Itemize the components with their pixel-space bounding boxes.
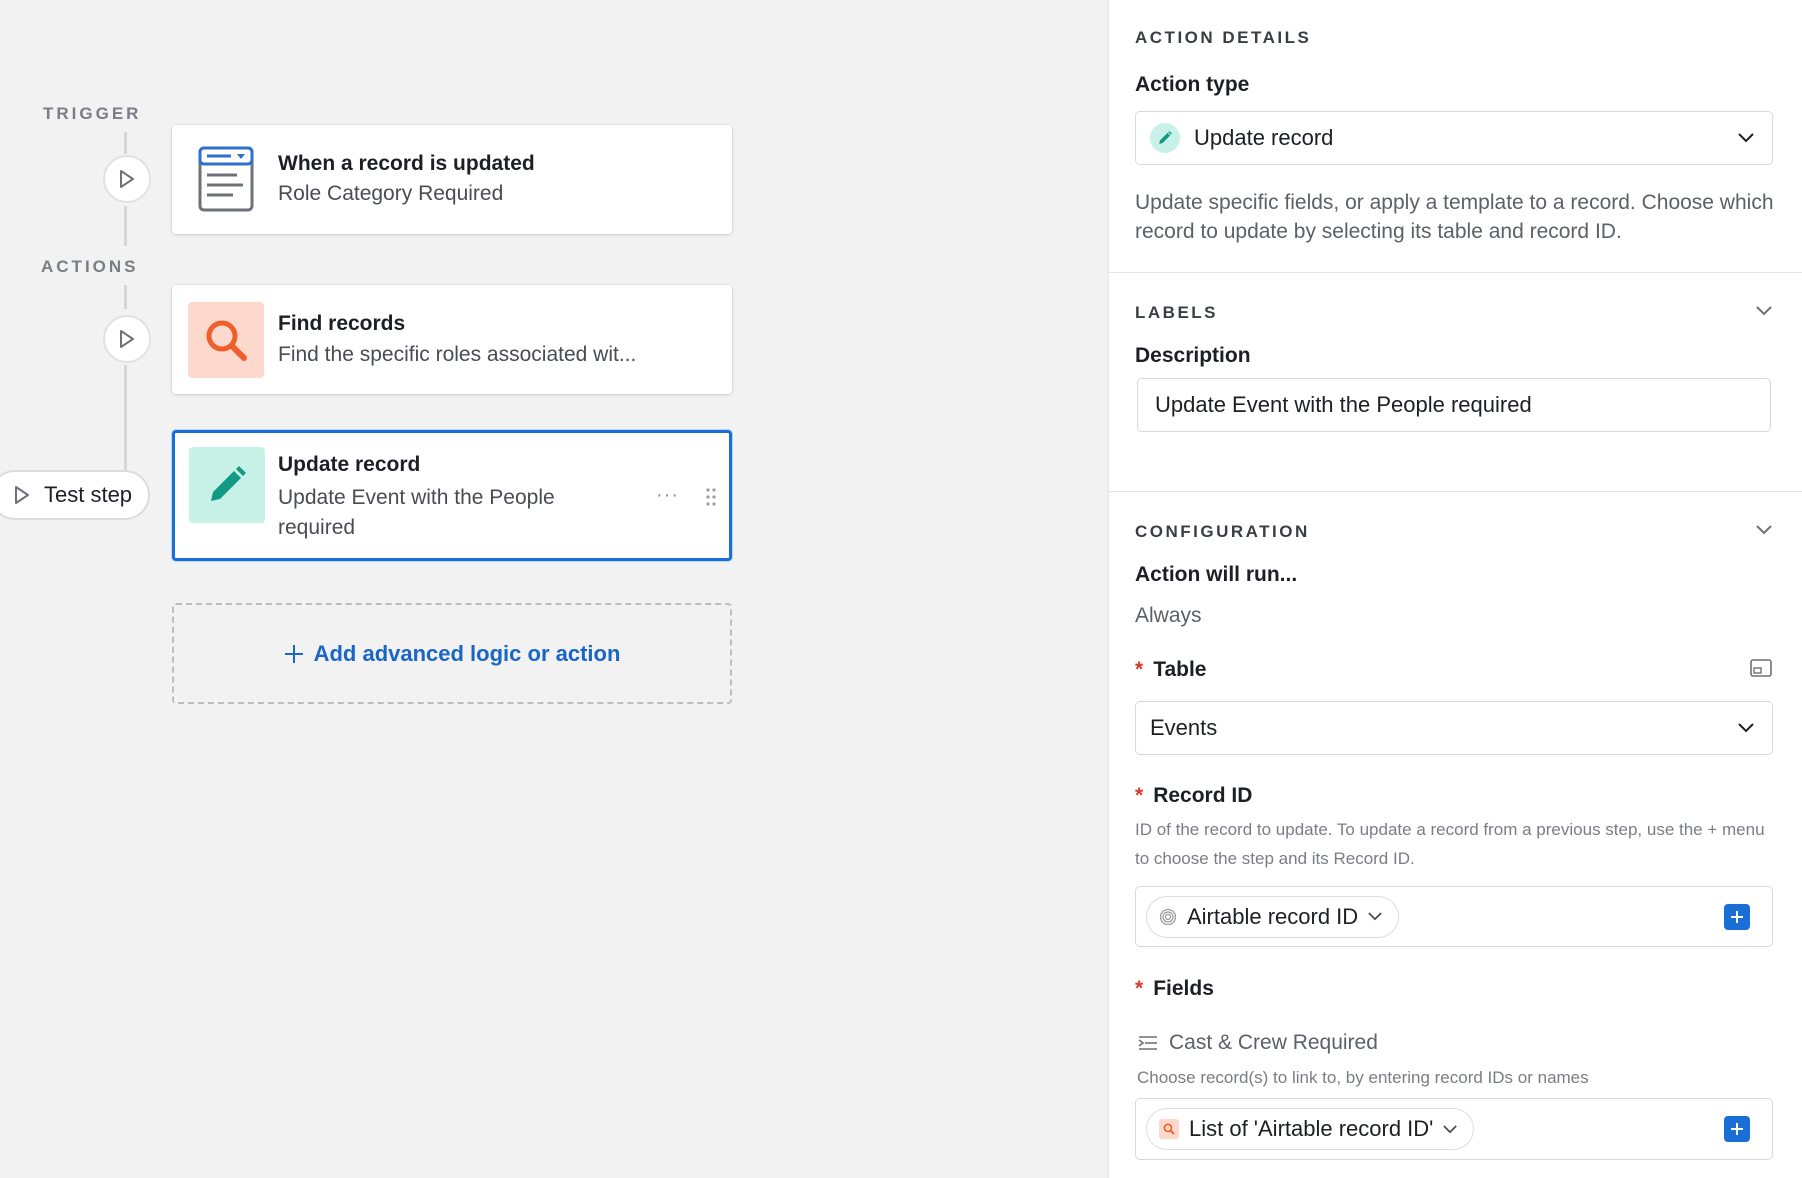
plus-icon [284,644,303,663]
chevron-down-icon [1443,1124,1458,1133]
record-updated-icon [188,141,264,217]
fingerprint-icon [1159,908,1177,925]
pencil-icon [189,447,265,523]
divider [1109,491,1802,492]
play-icon [120,170,134,188]
find-records-card[interactable]: Find records Find the specific roles ass… [172,285,732,394]
update-record-card[interactable]: Update record Update Event with the Peop… [172,430,732,561]
cast-crew-field[interactable]: List of 'Airtable record ID' [1135,1098,1773,1160]
trigger-card-subtitle: Role Category Required [278,182,504,205]
connector-line [124,285,127,309]
configuration-heading: CONFIGURATION [1135,522,1310,541]
insert-value-button[interactable] [1724,1116,1750,1142]
required-mark: * [1135,784,1144,807]
required-mark: * [1135,658,1144,681]
description-label: Description [1135,344,1251,367]
chevron-down-icon [1738,133,1754,143]
field-header: Cast & Crew Required [1137,1031,1378,1055]
fields-label-text: Fields [1153,977,1214,1000]
automation-canvas: TRIGGER ACTIONS When a record is updated… [0,0,1108,1178]
trigger-section-label: TRIGGER [43,104,142,123]
insert-value-button[interactable] [1724,903,1750,930]
table-value: Events [1150,715,1218,740]
add-action-button[interactable]: Add advanced logic or action [172,603,732,704]
chevron-down-icon[interactable] [1756,306,1772,316]
play-icon [120,330,134,348]
labels-heading: LABELS [1135,303,1218,322]
search-icon [188,302,264,378]
find-records-subtitle: Find the specific roles associated wit..… [278,343,637,366]
record-id-token-label: Airtable record ID [1187,903,1359,929]
action-type-value: Update record [1194,125,1334,150]
play-icon [15,486,29,504]
action-type-help: Update specific fields, or apply a templ… [1135,191,1774,243]
expand-table-icon[interactable] [1750,659,1772,677]
record-id-token[interactable]: Airtable record ID [1146,895,1400,938]
chevron-down-icon[interactable] [1756,525,1772,535]
record-id-label-text: Record ID [1153,784,1253,807]
drag-handle-icon[interactable] [705,487,717,512]
connector-line [124,206,127,246]
run-trigger-button[interactable] [103,155,151,203]
update-record-subtitle-line2: required [278,516,356,539]
connector-line [124,132,127,154]
chevron-down-icon [1368,912,1382,921]
required-mark: * [1135,977,1144,1000]
field-name: Cast & Crew Required [1169,1031,1378,1054]
table-label: * Table [1135,658,1206,682]
trigger-card-title: When a record is updated [278,152,535,175]
divider [1109,272,1802,273]
action-will-run-label: Action will run... [1135,563,1298,586]
run-find-records-button[interactable] [103,315,151,363]
action-details-panel: ACTION DETAILS Action type Update record… [1108,0,1802,1178]
actions-section-label: ACTIONS [41,257,139,276]
plus-icon [1731,910,1743,923]
chevron-down-icon [1738,723,1754,733]
find-records-title: Find records [278,312,406,335]
table-label-text: Table [1153,658,1207,681]
trigger-card[interactable]: When a record is updated Role Category R… [172,125,732,234]
action-details-heading: ACTION DETAILS [1135,28,1312,47]
update-record-title: Update record [278,453,421,476]
search-icon [1159,1119,1179,1139]
linked-field-icon [1138,1036,1157,1050]
record-id-label: * Record ID [1135,784,1252,808]
table-select[interactable]: Events [1135,701,1773,755]
description-input[interactable]: Update Event with the People required [1137,378,1771,432]
field-help: Choose record(s) to link to, by entering… [1137,1068,1589,1087]
add-action-label: Add advanced logic or action [313,640,621,666]
more-options-button[interactable]: ··· [656,484,679,507]
test-step-button[interactable]: Test step [0,470,150,520]
record-id-field[interactable]: Airtable record ID [1135,886,1773,947]
record-id-help: ID of the record to update. To update a … [1135,820,1765,868]
action-type-label: Action type [1135,73,1250,96]
test-step-label: Test step [44,482,133,507]
pencil-icon [1150,123,1180,153]
action-will-run-value: Always [1135,604,1202,627]
fields-label: * Fields [1135,977,1214,1001]
connector-line [124,365,127,470]
cast-crew-token-label: List of 'Airtable record ID' [1189,1116,1434,1141]
action-type-select[interactable]: Update record [1135,111,1773,165]
plus-icon [1731,1123,1743,1135]
cast-crew-token[interactable]: List of 'Airtable record ID' [1146,1108,1475,1150]
update-record-subtitle-line1: Update Event with the People [278,486,555,509]
